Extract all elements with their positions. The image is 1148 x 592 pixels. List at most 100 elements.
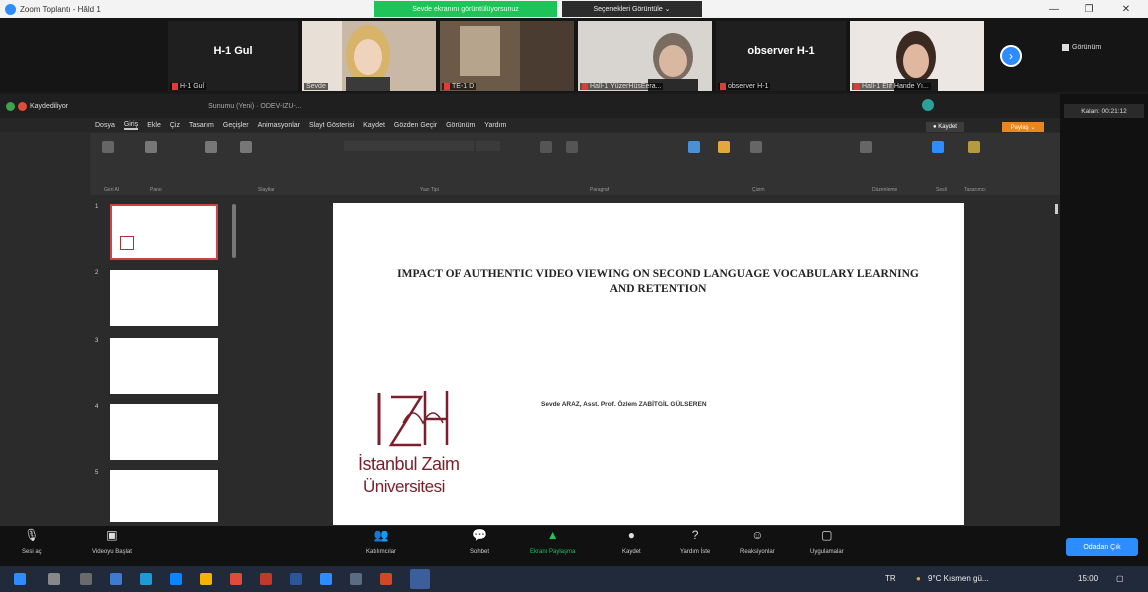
participant-video: [578, 21, 712, 91]
weather-icon: ●: [916, 574, 921, 583]
app-icon[interactable]: [140, 573, 152, 585]
share-screen-icon: ▲: [546, 528, 559, 542]
ppt-record-button[interactable]: ● Kaydet: [926, 122, 964, 132]
ribbon-group-label: Sesli: [936, 187, 947, 193]
zoom-logo-icon: [5, 3, 16, 15]
notification-icon[interactable]: ▢: [1116, 574, 1124, 583]
participant-tile[interactable]: TE-1 D: [440, 21, 574, 91]
app-icon[interactable]: [110, 573, 122, 585]
thumb-logo: [120, 236, 134, 250]
quick-styles-icon[interactable]: [750, 141, 762, 153]
menu-design[interactable]: Tasarım: [189, 122, 214, 129]
menu-slideshow[interactable]: Slayt Gösterisi: [309, 122, 354, 129]
slide-thumbnail[interactable]: [110, 404, 218, 460]
participants-button[interactable]: 👥 Katılımcılar: [366, 528, 396, 555]
slide-thumbnail[interactable]: [110, 470, 218, 522]
participant-tile[interactable]: Sevde: [302, 21, 436, 91]
ppt-share-button[interactable]: Paylaş ⌄: [1002, 122, 1044, 132]
user-avatar[interactable]: [922, 99, 934, 111]
pdf-icon[interactable]: [260, 573, 272, 585]
numbering-icon[interactable]: [566, 141, 578, 153]
undo-icon[interactable]: [102, 141, 114, 153]
record-button[interactable]: ● Kaydet: [622, 528, 641, 555]
find-icon[interactable]: [860, 141, 872, 153]
slide-number: 2: [95, 270, 99, 276]
share-screen-button[interactable]: ▲ Ekranı Paylaşma: [530, 528, 575, 555]
dictate-icon[interactable]: [932, 141, 944, 153]
new-slide-icon[interactable]: [205, 141, 217, 153]
ppt-titlebar: Kaydediliyor Sunumu (Yeni) · ODEV-IZU-..…: [0, 94, 1060, 118]
arrange-icon[interactable]: [718, 141, 730, 153]
slide-thumbnail[interactable]: [110, 204, 218, 260]
search-icon[interactable]: [48, 573, 60, 585]
recording-indicator: Kaydediliyor: [6, 101, 68, 111]
app-icon[interactable]: [350, 573, 362, 585]
participant-name-large: observer H-1: [747, 45, 815, 57]
reaction-icon: ☺: [751, 528, 764, 542]
app-icon[interactable]: [200, 573, 212, 585]
font-size-select[interactable]: [476, 141, 500, 151]
powerpoint-icon[interactable]: [380, 573, 392, 585]
help-icon: ?: [691, 528, 699, 542]
menu-help[interactable]: Yardım: [484, 122, 506, 129]
apps-button[interactable]: ▢ Uygulamalar: [810, 528, 844, 555]
weather-widget[interactable]: 9°C Kısmen gü...: [928, 574, 989, 583]
browser-icon[interactable]: [170, 573, 182, 585]
participant-label: Hall-1 YüzerHüsEera...: [580, 83, 664, 90]
zoom-app-icon[interactable]: [320, 573, 332, 585]
chat-icon: 💬: [472, 528, 487, 542]
designer-icon[interactable]: [968, 141, 980, 153]
participant-tile[interactable]: Hall-1 Elif Hande Yı...: [850, 21, 984, 91]
ask-help-button[interactable]: ? Yardım İste: [680, 528, 710, 555]
leave-breakout-button[interactable]: Odadan Çık: [1066, 538, 1138, 556]
menu-animations[interactable]: Animasyonlar: [258, 122, 300, 129]
thumbnail-scrollbar[interactable]: [232, 204, 236, 258]
view-options-button[interactable]: Seçenekleri Görüntüle ⌄: [562, 1, 702, 17]
word-icon[interactable]: [290, 573, 302, 585]
slide-thumbnail[interactable]: [110, 338, 218, 394]
participant-tile[interactable]: observer H-1 observer H-1: [716, 21, 846, 91]
reuse-slides-icon[interactable]: [240, 141, 252, 153]
menu-record[interactable]: Kaydet: [363, 122, 385, 129]
participant-video: [302, 21, 436, 91]
paste-icon[interactable]: [145, 141, 157, 153]
menu-file[interactable]: Dosya: [95, 122, 115, 129]
reactions-button[interactable]: ☺ Reaksiyonlar: [740, 528, 775, 555]
font-name-select[interactable]: [344, 141, 474, 151]
slide-canvas[interactable]: IMPACT OF AUTHENTIC VIDEO VIEWING ON SEC…: [333, 203, 964, 525]
menu-view[interactable]: Görünüm: [446, 122, 475, 129]
taskview-icon[interactable]: [80, 573, 92, 585]
minimize-button[interactable]: —: [1040, 0, 1068, 18]
share-status-pill[interactable]: Sevde ekranını görüntülüyorsunuz: [374, 1, 557, 17]
start-icon[interactable]: [14, 573, 26, 585]
close-button[interactable]: ✕: [1112, 0, 1140, 18]
record-icon: [18, 101, 27, 111]
menu-transitions[interactable]: Geçişler: [223, 122, 249, 129]
participant-tile[interactable]: Hall-1 YüzerHüsEera...: [578, 21, 712, 91]
university-name-line1: İstanbul Zaim: [358, 454, 460, 474]
start-video-button[interactable]: ▣ Videoyu Başlat: [92, 528, 132, 555]
next-page-arrow-icon[interactable]: ›: [1000, 45, 1022, 67]
slide-thumbnail[interactable]: [110, 270, 218, 326]
participant-name-large: H-1 Gul: [213, 45, 253, 57]
bullets-icon[interactable]: [540, 141, 552, 153]
app-icon[interactable]: [230, 573, 242, 585]
restore-button[interactable]: ❐: [1075, 0, 1103, 18]
menu-insert[interactable]: Ekle: [147, 122, 161, 129]
gallery-view-button[interactable]: Görünüm: [1062, 44, 1101, 51]
ppt-ribbon: Geri Al Pano Slaytlar Yazı Tipi Paragraf…: [90, 133, 1060, 195]
slide-title: IMPACT OF AUTHENTIC VIDEO VIEWING ON SEC…: [397, 268, 919, 295]
menu-review[interactable]: Gözden Geçir: [394, 122, 437, 129]
slide-number: 1: [95, 204, 99, 210]
meeting-controls: 🎙 Sesi aç ▣ Videoyu Başlat 👥 Katılımcılar 💬…: [0, 526, 1148, 566]
active-app-icon[interactable]: [410, 569, 430, 589]
shapes-icon[interactable]: [688, 141, 700, 153]
participant-tile[interactable]: H-1 Gul H-1 Gul: [168, 21, 298, 91]
menu-home[interactable]: Giriş: [123, 121, 139, 130]
participant-video: [850, 21, 984, 91]
menu-draw[interactable]: Çiz: [170, 122, 180, 129]
clock[interactable]: 15:00: [1078, 574, 1098, 583]
language-indicator[interactable]: TR: [885, 574, 896, 583]
chat-button[interactable]: 💬 Sohbet: [470, 528, 489, 555]
unmute-button[interactable]: 🎙 Sesi aç: [22, 528, 42, 555]
